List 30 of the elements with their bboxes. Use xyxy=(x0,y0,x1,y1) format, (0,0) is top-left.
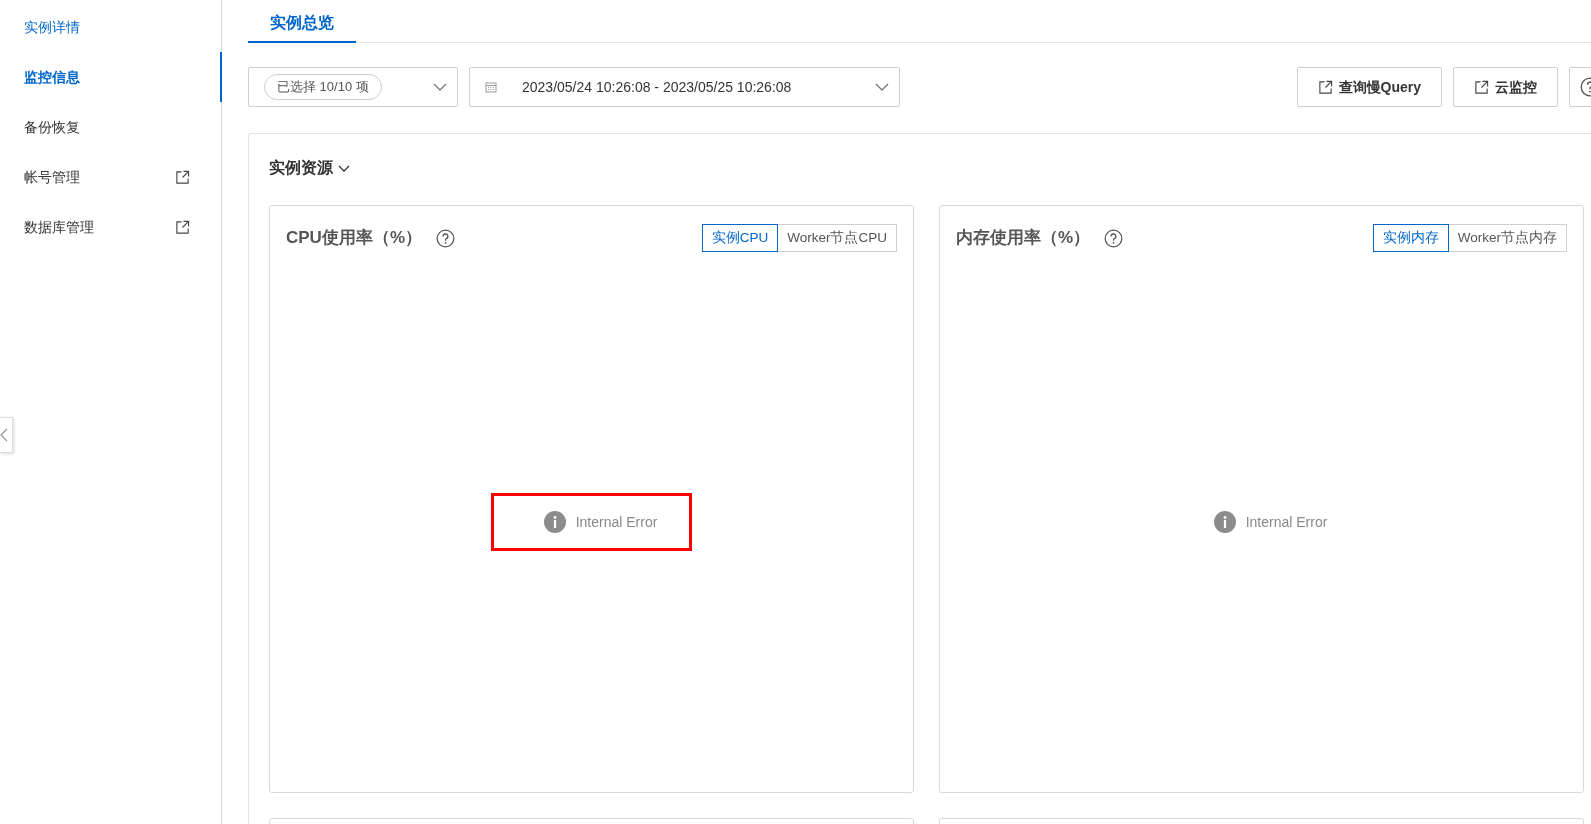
help-icon xyxy=(1104,228,1124,248)
calendar-icon xyxy=(485,81,497,93)
sidebar-item[interactable]: 数据库管理 xyxy=(0,202,222,252)
sidebar-item[interactable]: 帐号管理 xyxy=(0,152,222,202)
external-link-icon xyxy=(175,219,190,235)
date-range-picker[interactable]: 2023/05/24 10:26:08 - 2023/05/25 10:26:08 xyxy=(469,67,900,107)
segment-button[interactable]: 实例CPU xyxy=(701,224,779,252)
error-message: Internal Error xyxy=(1245,512,1328,532)
segment-button[interactable]: 实例内存 xyxy=(1372,224,1449,252)
tab[interactable]: 实例总览 xyxy=(248,0,356,43)
metric-select[interactable]: 已选择 10/10 项 xyxy=(248,67,458,107)
help-icon xyxy=(436,228,455,248)
info-icon xyxy=(543,511,566,533)
chart-title: CPU使用率（%） xyxy=(286,227,422,250)
segment-button[interactable]: Worker节点CPU xyxy=(778,224,897,252)
toolbar-button[interactable]: 云监控 xyxy=(1453,67,1558,107)
section-toggle[interactable]: 实例资源 xyxy=(269,156,351,180)
external-link-icon xyxy=(175,169,190,185)
chart-title: 内存使用率（%） xyxy=(956,227,1091,250)
external-link-icon xyxy=(1474,79,1489,95)
external-link-icon xyxy=(1317,79,1333,95)
chevron-left-icon xyxy=(0,428,8,442)
segment-button[interactable]: Worker节点内存 xyxy=(1448,224,1567,252)
error-message: Internal Error xyxy=(575,512,658,532)
sidebar-item[interactable]: 监控信息 xyxy=(0,52,222,102)
toolbar-button[interactable]: 查询慢Query xyxy=(1296,67,1442,107)
sidebar-item[interactable]: 实例详情 xyxy=(0,2,222,52)
sidebar-item[interactable]: 备份恢复 xyxy=(0,102,222,152)
info-icon xyxy=(1213,511,1236,533)
collapse-handle[interactable] xyxy=(0,417,13,453)
